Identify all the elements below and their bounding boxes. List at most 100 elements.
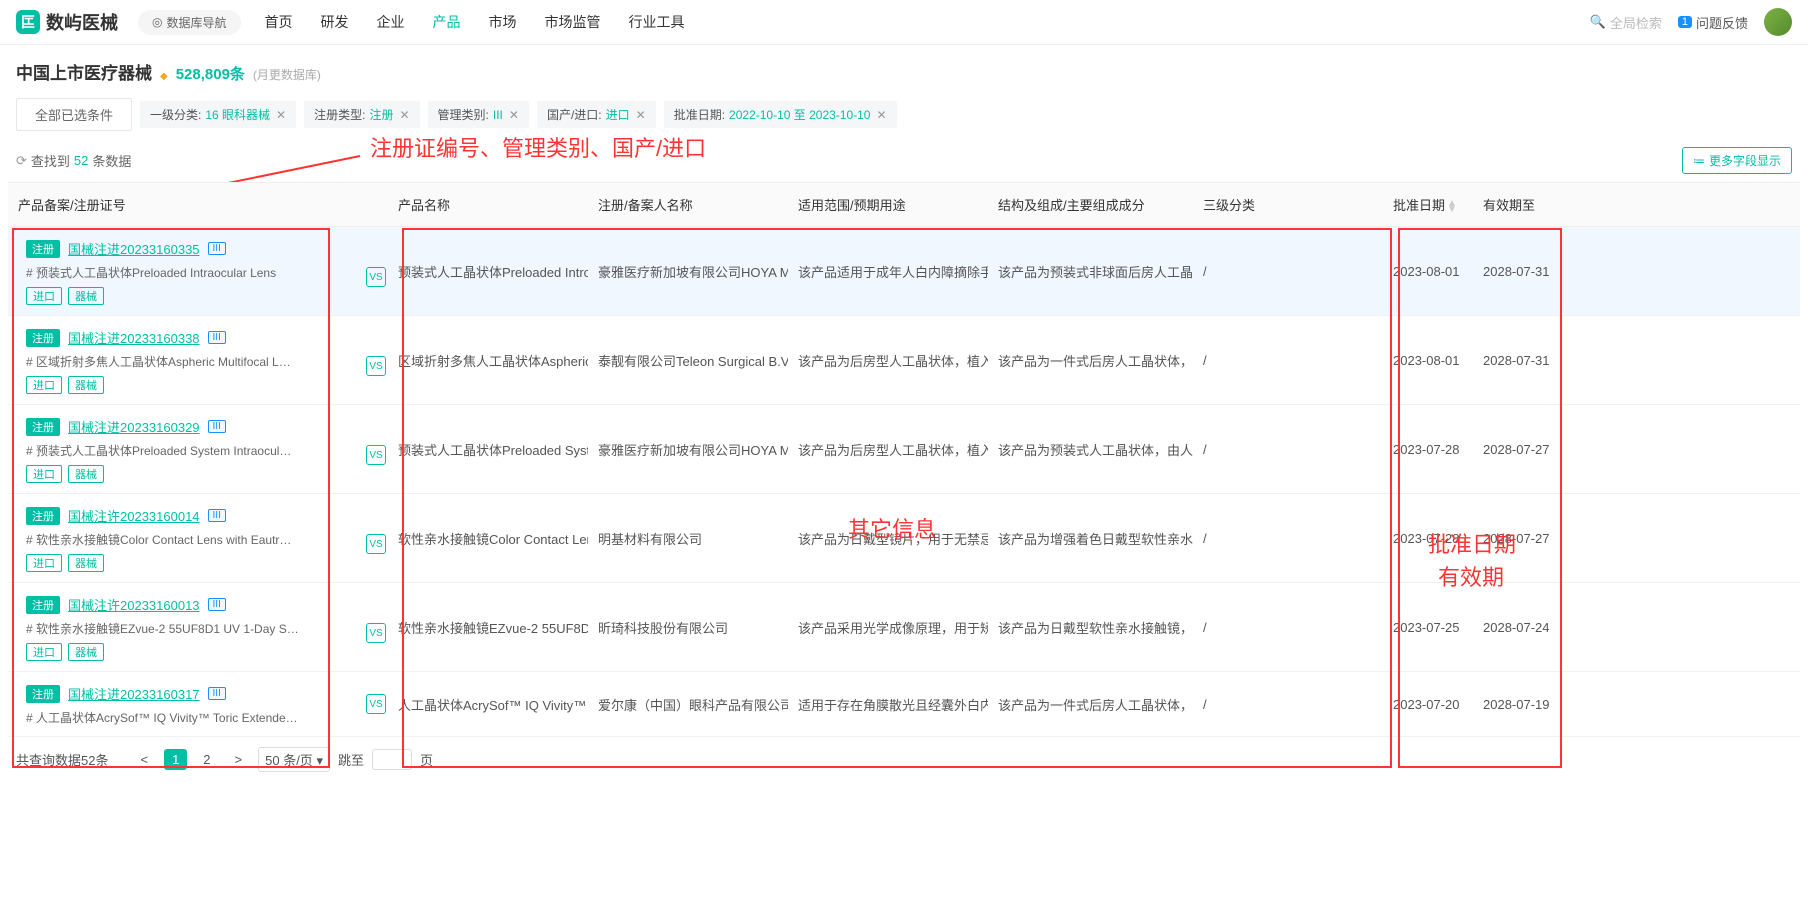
cell-l3: / [1193, 405, 1383, 493]
filter-tag-regtype: 注册类型:注册✕ [304, 101, 419, 128]
regno-link[interactable]: 国械注进20233160329 [68, 417, 200, 436]
cell-regno: 注册国械注许20233160014III# 软性亲水接触镜Color Conta… [8, 494, 388, 582]
badge-class-iii: III [208, 598, 226, 611]
filter-key: 国产/进口: [547, 106, 602, 123]
update-freq: (月更数据库) [253, 66, 321, 83]
table-row[interactable]: 注册国械注许20233160014III# 软性亲水接触镜Color Conta… [8, 494, 1800, 583]
logo-icon: 匞 [16, 10, 40, 34]
col-name[interactable]: 产品名称 [388, 183, 588, 226]
filter-key: 一级分类: [150, 106, 201, 123]
compare-icon[interactable]: VS [366, 267, 386, 287]
compare-icon[interactable]: VS [366, 356, 386, 376]
cell-expire: 2028-07-27 [1473, 494, 1563, 582]
cell-expire: 2028-07-31 [1473, 227, 1563, 315]
pager-jump-input[interactable] [372, 749, 412, 770]
nav-market[interactable]: 市场 [489, 12, 517, 32]
pager-page-2[interactable]: 2 [195, 749, 218, 770]
logo-text: 数屿医械 [46, 9, 118, 35]
table-row[interactable]: 注册国械注进20233160329III# 预装式人工晶状体Preloaded … [8, 405, 1800, 494]
compare-icon[interactable]: VS [366, 445, 386, 465]
cell-regno: 注册国械注进20233160317III# 人工晶状体AcrySof™ IQ V… [8, 672, 388, 736]
target-icon: ◎ [152, 15, 162, 29]
cell-approve: 2023-07-25 [1383, 583, 1473, 671]
page-title: 中国上市医疗器械 [16, 59, 152, 84]
feedback-badge: 1 [1678, 16, 1692, 28]
pager-prev[interactable]: < [132, 749, 156, 770]
col-approve[interactable]: 批准日期▲▼ [1383, 183, 1473, 226]
result-bar: ⟳ 查找到 52 条数据 ≔ 更多字段显示 [0, 143, 1808, 182]
badge-register: 注册 [26, 240, 60, 258]
cell-regno: 注册国械注进20233160338III# 区域折射多焦人工晶状体Aspheri… [8, 316, 388, 404]
cell-name: 区域折射多焦人工晶状体Aspheric … [388, 316, 588, 404]
col-l3[interactable]: 三级分类 [1193, 183, 1383, 226]
badge-register: 注册 [26, 418, 60, 436]
cell-approve: 2023-07-28 [1383, 494, 1473, 582]
table-row[interactable]: 注册国械注进20233160338III# 区域折射多焦人工晶状体Aspheri… [8, 316, 1800, 405]
cell-l3: / [1193, 227, 1383, 315]
regno-link[interactable]: 国械注进20233160338 [68, 328, 200, 347]
regno-link[interactable]: 国械注进20233160335 [68, 239, 200, 258]
pager-pagesize[interactable]: 50 条/页 ▾ [258, 747, 330, 772]
filter-tag-origin: 国产/进口:进口 ✕ [537, 101, 656, 128]
pager-page-suffix: 页 [420, 750, 433, 769]
feedback-button[interactable]: 1 问题反馈 [1678, 13, 1748, 32]
cell-name: 人工晶状体AcrySof™ IQ Vivity™ Tori… [388, 672, 588, 736]
regno-link[interactable]: 国械注进20233160317 [68, 684, 200, 703]
regno-link[interactable]: 国械注许20233160013 [68, 595, 200, 614]
col-scope[interactable]: 适用范围/预期用途 [788, 183, 988, 226]
table-row[interactable]: 注册国械注进20233160317III# 人工晶状体AcrySof™ IQ V… [8, 672, 1800, 737]
cell-applicant: 爱尔康（中国）眼科产品有限公司 [588, 672, 788, 736]
more-fields-button[interactable]: ≔ 更多字段显示 [1682, 147, 1792, 174]
search-placeholder: 全局检索 [1610, 13, 1662, 32]
cell-name: 预装式人工晶状体Preloaded Introo… [388, 227, 588, 315]
regno-link[interactable]: 国械注许20233160014 [68, 506, 200, 525]
tag-import: 进口 [26, 465, 62, 483]
cell-approve: 2023-08-01 [1383, 227, 1473, 315]
filter-tag-date: 批准日期:2022-10-10 至 2023-10-10✕ [664, 101, 897, 128]
nav-home[interactable]: 首页 [265, 12, 293, 32]
table-row[interactable]: 注册国械注进20233160335III# 预装式人工晶状体Preloaded … [8, 227, 1800, 316]
tag-import: 进口 [26, 554, 62, 572]
nav-tools[interactable]: 行业工具 [629, 12, 685, 32]
tag-device: 器械 [68, 554, 104, 572]
badge-register: 注册 [26, 507, 60, 525]
col-regno[interactable]: 产品备案/注册证号 [8, 183, 388, 226]
header-right: 🔍 全局检索 1 问题反馈 [1590, 8, 1792, 36]
product-hash: # 软性亲水接触镜EZvue-2 55UF8D1 UV 1-Day S… [26, 620, 299, 637]
compare-icon[interactable]: VS [366, 534, 386, 554]
col-applicant[interactable]: 注册/备案人名称 [588, 183, 788, 226]
table-row[interactable]: 注册国械注许20233160013III# 软性亲水接触镜EZvue-2 55U… [8, 583, 1800, 672]
cell-struct: 该产品为一件式后房人工晶状体，… [988, 672, 1193, 736]
nav-enterprise[interactable]: 企业 [377, 12, 405, 32]
global-search[interactable]: 🔍 全局检索 [1590, 13, 1662, 32]
nav-supervision[interactable]: 市场监管 [545, 12, 601, 32]
pager-next[interactable]: > [227, 749, 251, 770]
tag-row: 进口器械 [26, 554, 104, 572]
close-icon[interactable]: ✕ [509, 108, 519, 122]
cell-applicant: 豪雅医疗新加坡有限公司HOYA Med… [588, 405, 788, 493]
nav-product[interactable]: 产品 [433, 12, 461, 32]
product-hash: # 预装式人工晶状体Preloaded Intraocular Lens [26, 264, 276, 281]
cell-expire: 2028-07-31 [1473, 316, 1563, 404]
db-nav-button[interactable]: ◎ 数据库导航 [138, 10, 241, 35]
filter-val: 注册 [369, 106, 393, 123]
logo[interactable]: 匞 数屿医械 [16, 9, 118, 35]
compare-icon[interactable]: VS [366, 623, 386, 643]
cell-scope: 该产品为日戴型镜片，用于无禁忌… [788, 494, 988, 582]
close-icon[interactable]: ✕ [399, 108, 409, 122]
col-expire[interactable]: 有效期至 [1473, 183, 1563, 226]
col-struct[interactable]: 结构及组成/主要组成成分 [988, 183, 1193, 226]
close-icon[interactable]: ✕ [276, 108, 286, 122]
cell-scope: 该产品采用光学成像原理，用于矫… [788, 583, 988, 671]
avatar[interactable] [1764, 8, 1792, 36]
filter-val: 进口 [606, 106, 630, 123]
compare-icon[interactable]: VS [366, 694, 386, 714]
cell-name: 软性亲水接触镜EZvue-2 55UF8D1 U… [388, 583, 588, 671]
pager-page-1[interactable]: 1 [164, 749, 187, 770]
close-icon[interactable]: ✕ [876, 108, 886, 122]
close-icon[interactable]: ✕ [636, 108, 646, 122]
pager-total: 共查询数据52条 [16, 750, 108, 769]
table-header: 产品备案/注册证号 产品名称 注册/备案人名称 适用范围/预期用途 结构及组成/… [8, 182, 1800, 227]
nav-rd[interactable]: 研发 [321, 12, 349, 32]
product-hash: # 人工晶状体AcrySof™ IQ Vivity™ Toric Extende… [26, 709, 298, 726]
